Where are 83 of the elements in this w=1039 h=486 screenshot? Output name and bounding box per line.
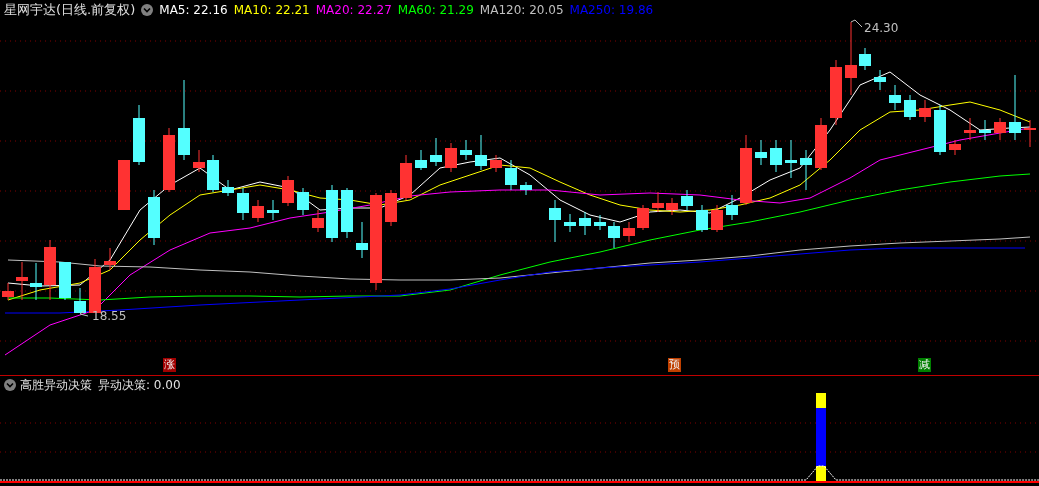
- candlestick: [666, 197, 678, 216]
- candlestick: [193, 149, 205, 173]
- candlestick: [16, 261, 28, 301]
- candlestick: [2, 282, 14, 301]
- candlestick: [356, 221, 368, 259]
- candlestick: [564, 213, 576, 233]
- candlestick: [430, 137, 442, 167]
- chart-title: 星网宇达(日线.前复权): [4, 2, 136, 18]
- candlestick: [904, 94, 916, 121]
- candlestick: [59, 261, 71, 301]
- candlestick: [282, 175, 294, 207]
- candlestick: [681, 189, 693, 211]
- candlestick: [460, 139, 472, 161]
- candlestick: [222, 179, 234, 197]
- candlestick: [30, 262, 42, 301]
- signal-marker: 预: [668, 358, 681, 372]
- candlestick: [505, 159, 517, 191]
- candlestick: [118, 159, 130, 211]
- candlestick: [400, 154, 412, 201]
- candlestick: [341, 187, 353, 239]
- candlestick: [919, 99, 931, 123]
- candlestick: [104, 247, 116, 271]
- moving-average-value: MA5: 22.16: [159, 2, 228, 18]
- price-label: 18.55: [92, 308, 127, 325]
- candlestick: [637, 204, 649, 231]
- candlestick: [312, 209, 324, 233]
- candlestick: [785, 139, 797, 179]
- candlestick: [415, 149, 427, 171]
- candlestick: [445, 142, 457, 173]
- candlestick: [490, 154, 502, 173]
- candlestick: [148, 189, 160, 246]
- candlestick: [815, 117, 827, 171]
- candlestick: [740, 134, 752, 206]
- candlestick: [297, 187, 309, 216]
- candlestick: [859, 47, 871, 71]
- candlestick: [964, 117, 976, 141]
- candlestick: [726, 194, 738, 221]
- candlestick: [1024, 119, 1036, 148]
- candlestick: [549, 199, 561, 243]
- candlestick: [1009, 74, 1021, 141]
- candlestick: [770, 139, 782, 173]
- candlestick: [711, 204, 723, 233]
- leader-line: [79, 310, 89, 317]
- indicator-title: 高胜异动决策: [20, 377, 92, 393]
- candlestick: [207, 154, 219, 193]
- candlestick: [237, 187, 249, 221]
- candlestick: [830, 59, 842, 126]
- moving-average-value: MA20: 22.27: [315, 2, 392, 18]
- candlestick: [252, 199, 264, 223]
- price-label: 24.30: [864, 20, 899, 37]
- moving-average-value: MA10: 22.21: [233, 2, 310, 18]
- leader-line: [850, 19, 863, 28]
- candlestick: [133, 104, 145, 166]
- chevron-down-icon[interactable]: [4, 379, 16, 391]
- candlestick: [267, 199, 279, 221]
- candlestick: [385, 189, 397, 227]
- signal-marker: 减: [918, 358, 931, 372]
- candlestick: [874, 69, 886, 91]
- signal-marker: 涨: [163, 358, 176, 372]
- candlestick: [934, 104, 946, 156]
- candlestick: [163, 127, 175, 193]
- moving-average-value: MA120: 20.05: [479, 2, 564, 18]
- candlestick: [594, 214, 606, 231]
- indicator-value: 异动决策: 0.00: [98, 377, 181, 393]
- candlestick: [696, 204, 708, 233]
- candlestick: [475, 134, 487, 171]
- candlestick: [979, 119, 991, 141]
- candlestick: [949, 139, 961, 156]
- candlestick: [520, 181, 532, 196]
- candlestick: [652, 191, 664, 213]
- moving-average-value: MA60: 21.29: [397, 2, 474, 18]
- chevron-down-icon[interactable]: [141, 4, 154, 16]
- candlestick: [623, 221, 635, 243]
- candlestick: [326, 184, 338, 243]
- candlestick: [889, 84, 901, 111]
- candlestick: [44, 239, 56, 301]
- candlestick: [994, 117, 1006, 141]
- candlestick: [755, 139, 767, 166]
- candlestick: [74, 287, 86, 314]
- candlestick: [608, 221, 620, 249]
- moving-average-value: MA250: 19.86: [569, 2, 654, 18]
- candlestick: [800, 149, 812, 191]
- candlestick: [579, 211, 591, 236]
